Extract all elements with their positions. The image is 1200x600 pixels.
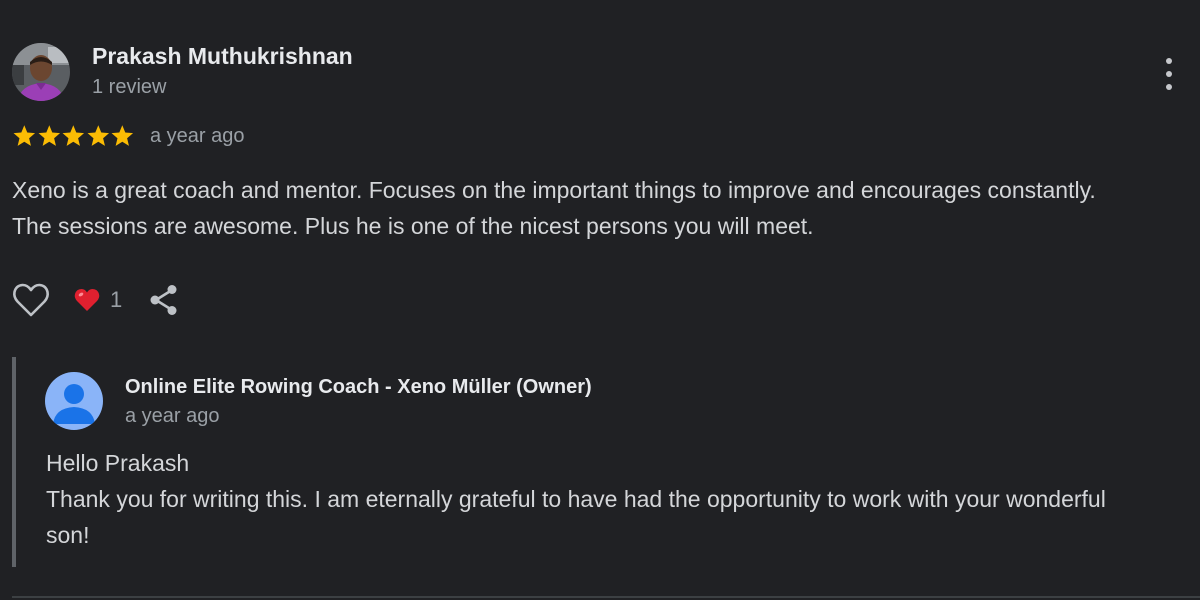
reviewer-avatar[interactable]	[12, 43, 70, 101]
more-vert-icon-dot	[1166, 84, 1172, 90]
more-vert-icon	[1166, 58, 1172, 64]
star-icon	[111, 125, 134, 146]
divider	[12, 596, 1200, 598]
more-options-button[interactable]	[1154, 54, 1184, 94]
like-button[interactable]	[12, 282, 50, 318]
person-icon	[45, 372, 103, 430]
share-icon	[150, 285, 177, 315]
star-rating	[12, 123, 135, 149]
star-icon	[62, 125, 85, 146]
star-icon	[87, 125, 109, 146]
review-text: Xeno is a great coach and mentor. Focuse…	[12, 177, 1096, 239]
reaction-button[interactable]: 1	[74, 285, 122, 315]
reviewer-name[interactable]: Prakash Muthukrishnan	[92, 43, 353, 70]
star-icon	[13, 125, 36, 146]
review-date: a year ago	[150, 125, 245, 147]
reaction-count: 1	[110, 287, 123, 312]
more-vert-icon-dot	[1166, 71, 1172, 77]
star-icon	[38, 125, 60, 146]
reply-indent-bar	[12, 357, 16, 567]
heart-reaction-icon	[74, 289, 100, 311]
owner-avatar[interactable]	[45, 372, 103, 430]
owner-reply-date: a year ago	[125, 405, 220, 427]
owner-reply-greeting: Hello Prakash	[46, 450, 190, 476]
owner-reply-text: Hello Prakash Thank you for writing this…	[46, 445, 1146, 553]
review-card: Prakash Muthukrishnan 1 review a year ag…	[0, 0, 1200, 600]
reviewer-review-count: 1 review	[92, 76, 167, 98]
owner-name[interactable]: Online Elite Rowing Coach - Xeno Müller …	[125, 376, 592, 399]
heart-outline-icon	[13, 283, 49, 317]
share-button[interactable]	[146, 282, 182, 318]
owner-reply-body: Thank you for writing this. I am eternal…	[46, 486, 1113, 548]
